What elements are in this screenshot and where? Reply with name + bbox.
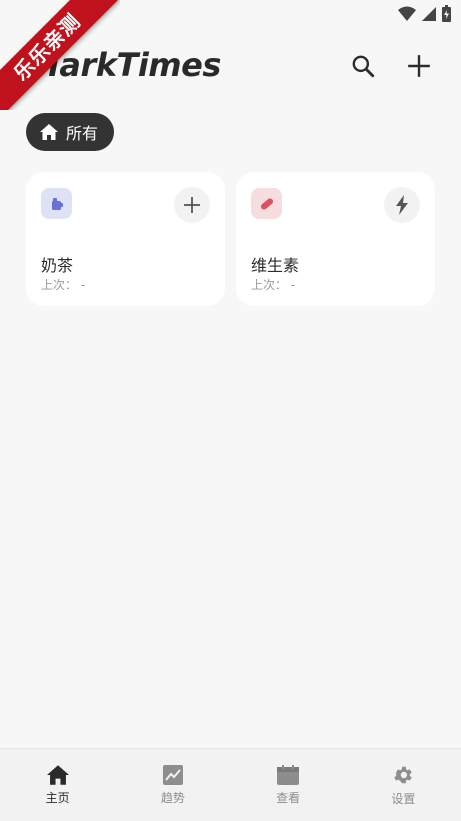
card-grid: 奶茶 上次： - 维生素 上次： - xyxy=(26,172,435,306)
nav-item-trend[interactable]: 趋势 xyxy=(115,749,230,821)
gear-icon xyxy=(394,766,413,783)
nav-item-view[interactable]: 查看 xyxy=(231,749,346,821)
nav-label: 趋势 xyxy=(160,790,185,805)
card-vitamin[interactable]: 维生素 上次： - xyxy=(236,172,435,306)
card-last-time: 上次： - xyxy=(41,278,86,292)
card-last-time: 上次： - xyxy=(251,278,296,292)
battery-icon xyxy=(442,5,451,22)
home-icon xyxy=(46,764,69,785)
wifi-icon xyxy=(398,6,416,21)
card-add-button[interactable] xyxy=(174,187,210,223)
filter-chip-label: 所有 xyxy=(66,124,99,143)
nav-item-home[interactable]: 主页 xyxy=(0,749,115,821)
search-button[interactable] xyxy=(347,50,379,82)
add-button[interactable] xyxy=(403,50,435,82)
card-title: 奶茶 xyxy=(41,256,74,275)
bolt-icon xyxy=(396,195,408,215)
card-title: 维生素 xyxy=(251,256,300,275)
bottom-nav: 主页 趋势 查看 设置 xyxy=(0,748,461,821)
pill-icon xyxy=(260,197,273,210)
corner-banner: 乐乐亲测 xyxy=(0,0,120,110)
card-icon-badge xyxy=(251,188,282,219)
search-icon xyxy=(352,55,375,78)
filter-chip-all[interactable]: 所有 xyxy=(26,113,115,151)
nav-label: 设置 xyxy=(391,791,416,806)
plus-icon xyxy=(184,197,200,213)
trend-icon xyxy=(162,764,183,785)
card-icon-badge xyxy=(41,188,72,219)
status-icons xyxy=(398,5,451,22)
cup-icon xyxy=(51,197,63,210)
calendar-icon xyxy=(277,764,300,785)
nav-item-settings[interactable]: 设置 xyxy=(346,749,461,821)
nav-label: 主页 xyxy=(45,790,70,805)
home-icon xyxy=(40,124,58,140)
plus-icon xyxy=(408,55,430,77)
signal-icon xyxy=(422,6,436,21)
corner-ribbon-text: 乐乐亲测 xyxy=(0,0,120,110)
card-milk-tea[interactable]: 奶茶 上次： - xyxy=(26,172,225,306)
header-actions xyxy=(347,50,435,82)
card-quick-record-button[interactable] xyxy=(384,187,420,223)
nav-label: 查看 xyxy=(276,790,301,805)
